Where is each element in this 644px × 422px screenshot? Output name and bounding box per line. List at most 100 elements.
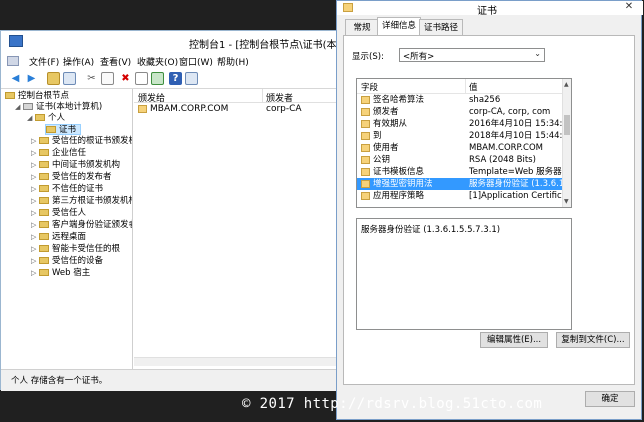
folder-icon: [39, 269, 49, 276]
show-select[interactable]: <所有> ⌄: [399, 48, 545, 62]
tree-label: 中间证书颁发机构: [52, 160, 121, 170]
tree-item[interactable]: ▷ 中间证书颁发机构: [31, 160, 120, 171]
collapse-arrow-icon[interactable]: ▷: [31, 184, 39, 195]
tree-item[interactable]: ▷ 不信任的证书: [31, 184, 103, 195]
menu-view[interactable]: 查看(V): [100, 55, 131, 68]
tab-general[interactable]: 常规: [345, 19, 379, 36]
expand-arrow-icon[interactable]: ◢: [15, 102, 23, 113]
field-row[interactable]: 颁发者 corp-CA, corp, com: [357, 106, 563, 118]
tab-cert-path[interactable]: 证书路径: [419, 19, 463, 36]
tree-item[interactable]: ▷ Web 宿主: [31, 268, 90, 279]
cell-issued-to: MBAM.CORP.COM: [150, 104, 229, 114]
collapse-arrow-icon[interactable]: ▷: [31, 220, 39, 231]
field-row[interactable]: 签名哈希算法 sha256: [357, 94, 563, 106]
collapse-arrow-icon[interactable]: ▷: [31, 244, 39, 255]
field-row[interactable]: 有效期从 2016年4月10日 15:34:15: [357, 118, 571, 130]
column-value[interactable]: 值: [469, 81, 478, 93]
field-row[interactable]: 公钥 RSA (2048 Bits): [357, 154, 563, 166]
collapse-arrow-icon[interactable]: ▷: [31, 136, 39, 147]
field-row[interactable]: 应用程序策略 [1]Application Certificate: [357, 190, 571, 202]
ok-button[interactable]: 确定: [585, 391, 635, 407]
folder-icon: [39, 197, 49, 204]
copy-icon[interactable]: [101, 72, 114, 85]
delete-icon[interactable]: ✖: [119, 72, 132, 85]
show-select-value: <所有>: [403, 52, 435, 62]
field-icon: [361, 192, 370, 200]
tree-item[interactable]: ▷ 受信任人: [31, 208, 86, 219]
tree-label: 企业信任: [52, 148, 87, 158]
tree-item[interactable]: ▷ 第三方根证书颁发机构: [31, 196, 132, 207]
menu-help[interactable]: 帮助(H): [217, 55, 249, 68]
export-list-icon[interactable]: [151, 72, 164, 85]
tree-item[interactable]: ▷ 受信任的根证书颁发机: [31, 136, 132, 147]
column-divider: [262, 89, 263, 102]
forward-icon[interactable]: ▶: [25, 72, 38, 85]
cut-icon[interactable]: ✂: [85, 72, 98, 85]
show-label: 显示(S):: [352, 52, 384, 62]
column-field[interactable]: 字段: [361, 81, 378, 93]
collapse-arrow-icon[interactable]: ▷: [31, 148, 39, 159]
tree-item[interactable]: ◢ 个人: [27, 113, 65, 124]
scroll-down-icon[interactable]: ▼: [564, 198, 569, 205]
scroll-up-icon[interactable]: ▲: [564, 81, 569, 88]
field-icon: [361, 120, 370, 128]
tree-item[interactable]: ◢ 证书(本地计算机): [15, 102, 102, 113]
properties-icon[interactable]: [135, 72, 148, 85]
edit-properties-button[interactable]: 编辑属性(E)...: [480, 332, 548, 348]
tree-item[interactable]: 控制台根节点: [5, 91, 69, 102]
menu-file[interactable]: 文件(F): [29, 55, 59, 68]
tree-item[interactable]: ▷ 远程桌面: [31, 232, 86, 243]
tree-label: 远程桌面: [52, 232, 87, 242]
field-name: 应用程序策略: [373, 191, 425, 201]
field-icon: [361, 168, 370, 176]
folder-icon: [5, 92, 15, 99]
horizontal-scrollbar[interactable]: [134, 357, 339, 366]
list-row[interactable]: MBAM.CORP.COM corp-CA: [134, 103, 339, 115]
field-row[interactable]: 证书模板信息 Template=Web 服务器-C...: [357, 166, 571, 178]
tree-item[interactable]: ▷ 智能卡受信任的根: [31, 244, 120, 255]
tree-label: 受信任的设备: [52, 256, 104, 266]
action-pane-icon[interactable]: [185, 72, 198, 85]
tree-item[interactable]: ▷ 企业信任: [31, 148, 86, 159]
vertical-scrollbar[interactable]: ▲ ▼: [562, 79, 571, 207]
folder-icon: [46, 126, 56, 133]
field-detail-box[interactable]: 服务器身份验证 (1.3.6.1.5.5.7.3.1): [356, 218, 572, 330]
field-detail-text: 服务器身份验证 (1.3.6.1.5.5.7.3.1): [361, 225, 501, 235]
column-divider: [465, 79, 466, 93]
tree-label: 个人: [48, 113, 66, 123]
field-row-selected[interactable]: 增强型密钥用法 服务器身份验证 (1.3.6.1.5.5...: [357, 178, 571, 190]
collapse-arrow-icon[interactable]: ▷: [31, 196, 39, 207]
folder-icon: [39, 173, 49, 180]
collapse-arrow-icon[interactable]: ▷: [31, 268, 39, 279]
back-icon[interactable]: ◀: [9, 72, 22, 85]
expand-arrow-icon[interactable]: ◢: [27, 113, 35, 124]
tree-item-selected[interactable]: 证书: [45, 124, 82, 135]
tree-item[interactable]: ▷ 客户端身份验证颁发者: [31, 220, 132, 231]
collapse-arrow-icon[interactable]: ▷: [31, 160, 39, 171]
up-folder-icon[interactable]: [47, 72, 60, 85]
status-bar: 个人 存储含有一个证书。: [1, 369, 341, 391]
field-row[interactable]: 到 2018年4月10日 15:44:15: [357, 130, 571, 142]
menu-window[interactable]: 窗口(W): [179, 55, 213, 68]
certificate-dialog: 证书 ✕ 常规 详细信息 证书路径 显示(S): <所有> ⌄ 字段 值 签名哈…: [336, 0, 643, 420]
help-icon[interactable]: ?: [169, 72, 182, 85]
close-icon[interactable]: ✕: [619, 1, 639, 13]
tree-label: 证书(本地计算机): [36, 102, 103, 112]
show-tree-icon[interactable]: [63, 72, 76, 85]
collapse-arrow-icon[interactable]: ▷: [31, 232, 39, 243]
field-row[interactable]: 使用者 MBAM.CORP.COM: [357, 142, 563, 154]
scroll-thumb[interactable]: [564, 115, 570, 135]
dialog-title: 证书: [477, 6, 497, 17]
menu-action[interactable]: 操作(A): [63, 55, 94, 68]
collapse-arrow-icon[interactable]: ▷: [31, 208, 39, 219]
copy-to-file-button[interactable]: 复制到文件(C)...: [556, 332, 630, 348]
field-value: 服务器身份验证 (1.3.6.1.5.5...: [469, 179, 571, 189]
mmc-titlebar[interactable]: 控制台1 - [控制台根节点\证书(本地: [1, 31, 347, 53]
tree-item[interactable]: ▷ 受信任的发布者: [31, 172, 112, 183]
tab-details[interactable]: 详细信息: [377, 17, 421, 37]
collapse-arrow-icon[interactable]: ▷: [31, 172, 39, 183]
dialog-titlebar[interactable]: 证书 ✕: [337, 1, 643, 17]
tree-item[interactable]: ▷ 受信任的设备: [31, 256, 103, 267]
collapse-arrow-icon[interactable]: ▷: [31, 256, 39, 267]
menu-favorites[interactable]: 收藏夹(O): [137, 55, 178, 68]
